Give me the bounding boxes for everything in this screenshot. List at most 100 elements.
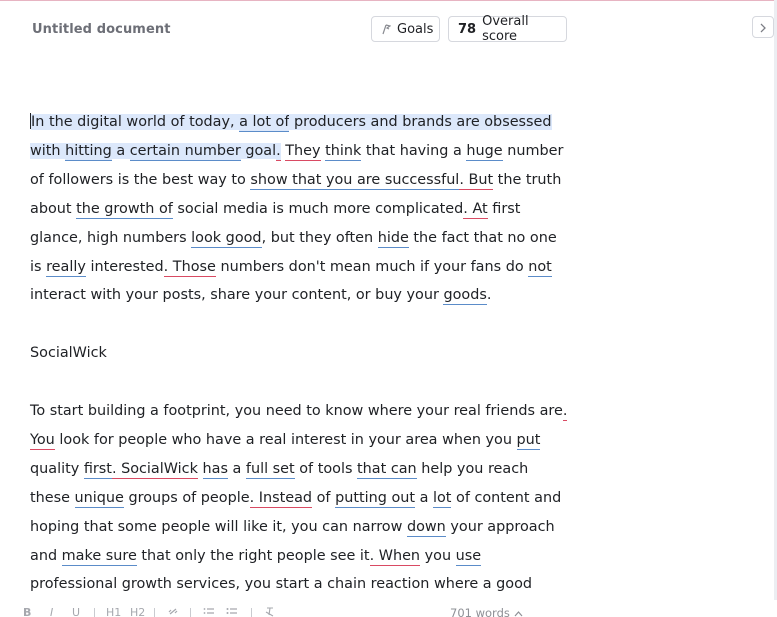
- text-span: a: [415, 489, 433, 506]
- text-span: groups of people: [123, 489, 250, 506]
- score-label: Overall score: [482, 14, 529, 44]
- text-line[interactable]: You look for people who have a real inte…: [30, 426, 575, 455]
- clear-format-icon[interactable]: [265, 606, 275, 617]
- text-span: look for people who have a real interest…: [54, 431, 517, 448]
- chevron-up-icon: [514, 606, 523, 617]
- text-span: interact with your posts, share your con…: [30, 287, 444, 304]
- text-span: with: [30, 142, 66, 159]
- suggestion-underline[interactable]: use: [455, 547, 482, 566]
- text-line[interactable]: about the growth of social media is much…: [30, 195, 575, 224]
- text-span: the truth: [493, 171, 562, 188]
- text-line[interactable]: professional growth services, you start …: [30, 570, 575, 599]
- suggestion-underline[interactable]: hitting: [65, 142, 112, 161]
- suggestion-underline[interactable]: certain number: [129, 142, 241, 161]
- paragraph-body[interactable]: To start building a footprint, you need …: [30, 397, 575, 599]
- suggestion-underline[interactable]: really: [46, 258, 86, 277]
- text-line[interactable]: and make sure that only the right people…: [30, 542, 575, 571]
- word-count-button[interactable]: 701 words: [450, 606, 523, 617]
- goals-icon: [381, 23, 392, 35]
- text-span: of: [312, 489, 336, 506]
- suggestion-underline[interactable]: They: [285, 142, 321, 161]
- link-icon[interactable]: [167, 606, 179, 617]
- toolbar-divider: [94, 608, 95, 617]
- suggestion-underline[interactable]: . But: [459, 171, 494, 190]
- text-span: goal: [240, 142, 277, 159]
- suggestion-underline[interactable]: that can: [357, 460, 417, 479]
- suggestion-underline[interactable]: unique: [74, 489, 124, 508]
- suggestion-underline[interactable]: huge: [466, 142, 503, 161]
- text-line[interactable]: of followers is the best way to show tha…: [30, 166, 575, 195]
- panel-toggle-button[interactable]: [752, 16, 774, 38]
- suggestion-underline[interactable]: hide: [377, 229, 409, 248]
- text-span: number: [502, 142, 564, 159]
- text-line[interactable]: hoping that some people will like it, yo…: [30, 513, 575, 542]
- text-span: of tools: [294, 460, 358, 477]
- suggestion-underline[interactable]: down: [406, 518, 446, 537]
- suggestion-underline[interactable]: . At: [463, 200, 488, 219]
- text-span: social media is much more complicated: [172, 200, 464, 217]
- text-span: you: [420, 547, 456, 564]
- word-count-label: 701 words: [450, 606, 510, 617]
- h1-button[interactable]: H1: [106, 606, 121, 617]
- suggestion-underline[interactable]: . SocialWick: [111, 460, 198, 479]
- suggestion-underline[interactable]: putting out: [335, 489, 416, 508]
- suggestion-underline[interactable]: make sure: [61, 547, 137, 566]
- paragraph-intro[interactable]: In the digital world of today, a lot of …: [30, 108, 575, 310]
- suggestion-underline[interactable]: You: [30, 431, 55, 450]
- text-span: hoping that some people will like it, yo…: [30, 518, 407, 535]
- text-span: and: [30, 547, 62, 564]
- suggestion-underline[interactable]: .: [276, 142, 281, 161]
- goals-label: Goals: [397, 21, 434, 37]
- text-span: professional growth services, you start …: [30, 576, 533, 593]
- text-span: help you reach: [416, 460, 529, 477]
- underline-button[interactable]: U: [72, 606, 80, 617]
- section-heading[interactable]: SocialWick: [30, 339, 575, 368]
- document-title[interactable]: Untitled document: [32, 22, 171, 37]
- suggestion-underline[interactable]: first: [83, 460, 112, 479]
- suggestion-underline[interactable]: a lot of: [239, 114, 290, 132]
- text-line[interactable]: In the digital world of today, a lot of …: [30, 108, 575, 137]
- bold-button[interactable]: B: [23, 606, 31, 617]
- text-span: quality: [30, 460, 84, 477]
- text-line[interactable]: To start building a footprint, you need …: [30, 397, 575, 426]
- suggestion-underline[interactable]: think: [325, 142, 362, 161]
- text-span: that having a: [361, 142, 467, 159]
- suggestion-underline[interactable]: . Those: [163, 258, 216, 277]
- bullet-list-icon[interactable]: [226, 606, 238, 617]
- text-span: interested: [85, 258, 164, 275]
- text-line[interactable]: interact with your posts, share your con…: [30, 281, 575, 310]
- suggestion-underline[interactable]: not: [528, 258, 552, 277]
- suggestion-underline[interactable]: put: [516, 431, 541, 450]
- text-span: In the digital world of today,: [31, 114, 240, 130]
- text-line[interactable]: with hitting a certain number goal. They…: [30, 137, 575, 166]
- text-span: a: [111, 142, 130, 159]
- suggestion-underline[interactable]: full set: [245, 460, 295, 479]
- suggestion-underline[interactable]: the growth of: [76, 200, 173, 219]
- suggestion-underline[interactable]: look good: [191, 229, 262, 248]
- editor-body[interactable]: In the digital world of today, a lot of …: [30, 108, 575, 599]
- suggestion-underline[interactable]: show that you are successful: [250, 171, 460, 190]
- text-span: about: [30, 200, 77, 217]
- goals-button[interactable]: Goals: [371, 16, 440, 42]
- suggestion-underline[interactable]: . Instead: [249, 489, 313, 508]
- suggestion-underline[interactable]: has: [202, 460, 228, 479]
- text-span: [198, 461, 203, 477]
- text-line[interactable]: quality first. SocialWick has a full set…: [30, 455, 575, 484]
- text-span: of followers is the best way to: [30, 171, 251, 188]
- toolbar-divider: [251, 608, 252, 617]
- text-line[interactable]: is really interested. Those numbers don'…: [30, 253, 575, 282]
- text-span: , but they often: [261, 229, 378, 246]
- suggestion-underline[interactable]: . When: [369, 547, 421, 566]
- overall-score-button[interactable]: 78 Overall score: [448, 14, 567, 44]
- italic-button[interactable]: I: [50, 606, 53, 617]
- suggestion-underline[interactable]: lot: [432, 489, 452, 508]
- text-line[interactable]: these unique groups of people. Instead o…: [30, 484, 575, 513]
- text-span: that only the right people see it: [136, 547, 370, 564]
- ordered-list-icon[interactable]: [203, 606, 215, 617]
- text-line[interactable]: glance, high numbers look good, but they…: [30, 224, 575, 253]
- text-span: is: [30, 258, 47, 275]
- suggestion-underline[interactable]: .: [562, 403, 568, 422]
- h2-button[interactable]: H2: [130, 606, 145, 617]
- suggestion-underline[interactable]: goods: [443, 287, 487, 306]
